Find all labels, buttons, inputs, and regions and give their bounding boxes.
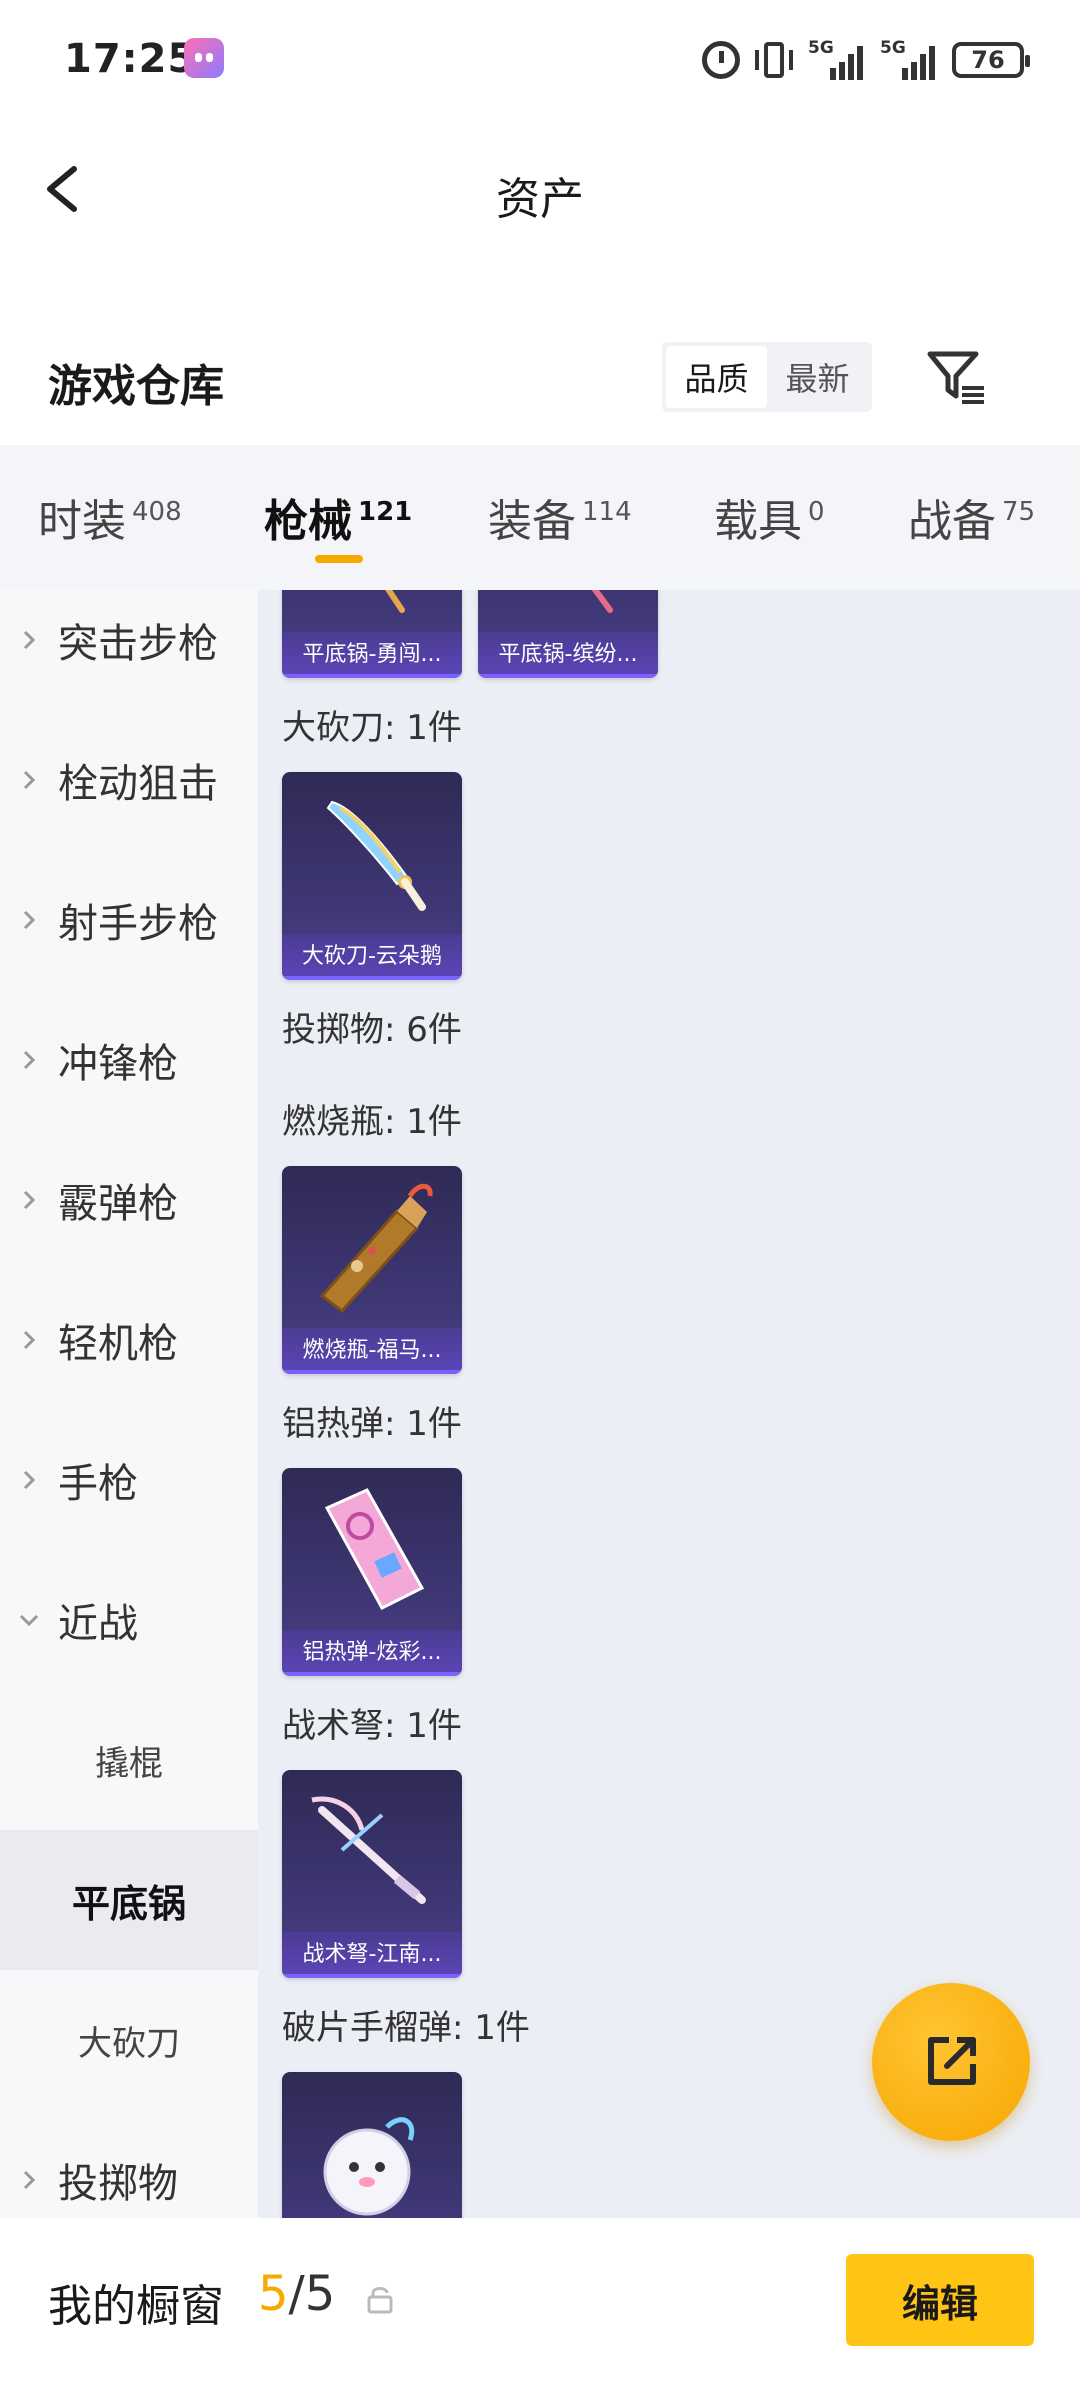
category-label: 铝热弹: 1件 <box>282 1404 462 1444</box>
tab-vehicles[interactable]: 载具 0 <box>714 485 825 549</box>
sort-toggle: 品质 最新 <box>662 342 872 412</box>
pan-art-icon <box>385 590 405 613</box>
alarm-icon <box>702 41 740 79</box>
share-button[interactable] <box>872 1983 1030 2141</box>
page-title: 资产 <box>496 174 584 225</box>
sort-newest-button[interactable]: 最新 <box>767 346 868 408</box>
sidebar-item-pistol[interactable]: 手枪 <box>0 1410 258 1550</box>
showcase-count: 5/5 <box>258 2266 336 2322</box>
category-label: 战术弩: 1件 <box>282 1706 462 1746</box>
tab-firearms[interactable]: 枪械 121 <box>264 485 412 549</box>
filter-button[interactable] <box>924 344 988 408</box>
grenade-art-icon <box>323 2117 415 2216</box>
chevron-right-icon <box>23 1050 36 1070</box>
warehouse-title: 游戏仓库 <box>48 361 224 412</box>
chevron-right-icon <box>23 630 36 650</box>
sidebar-item-smg[interactable]: 冲锋枪 <box>0 990 258 1130</box>
item-card[interactable]: 平底锅-缤纷... <box>478 590 658 678</box>
weapon-type-sidebar: 突击步枪 栓动狙击 射手步枪 冲锋枪 霰弹枪 轻机枪 手枪 近战 撬棍 平底锅 … <box>0 590 258 2218</box>
molotov-art-icon <box>319 1183 433 1314</box>
tab-fashion[interactable]: 时装 408 <box>38 485 182 549</box>
crossbow-art-icon <box>311 1796 426 1904</box>
sidebar-item-bolt-sniper[interactable]: 栓动狙击 <box>0 710 258 850</box>
nav-bar: 资产 <box>0 125 1080 255</box>
tab-equipment[interactable]: 装备 114 <box>488 485 632 549</box>
pan-art-icon <box>591 590 613 613</box>
active-tab-indicator <box>315 555 363 563</box>
status-icons: 5G 5G 76 <box>702 38 1030 82</box>
sidebar-sub-crowbar[interactable]: 撬棍 <box>0 1690 258 1830</box>
chevron-right-icon <box>23 1470 36 1490</box>
showcase-bar: 我的橱窗 5/5 编辑 <box>0 2218 1080 2382</box>
sidebar-sub-machete[interactable]: 大砍刀 <box>0 1970 258 2110</box>
sidebar-sub-pan[interactable]: 平底锅 <box>0 1830 258 1970</box>
thermite-art-icon <box>324 1488 425 1610</box>
tab-supplies[interactable]: 战备 75 <box>908 485 1035 549</box>
edit-button[interactable]: 编辑 <box>846 2254 1034 2346</box>
chevron-right-icon <box>23 910 36 930</box>
status-bar: 17:25 5G 5G 76 <box>0 0 1080 125</box>
chevron-right-icon <box>23 1330 36 1350</box>
category-label: 大砍刀: 1件 <box>282 708 462 748</box>
signal-icon: 5G <box>808 38 866 80</box>
sidebar-item-lmg[interactable]: 轻机枪 <box>0 1270 258 1410</box>
item-card[interactable]: 平底锅-勇闯... <box>282 590 462 678</box>
sidebar-item-throwables[interactable]: 投掷物 <box>0 2110 258 2218</box>
item-grid: 平底锅-勇闯... 平底锅-缤纷... 大砍刀: 1件 大砍刀-云朵鹅 投掷物:… <box>258 590 1080 2218</box>
warehouse-header: 游戏仓库 品质 最新 <box>0 300 1080 450</box>
item-card[interactable]: 大砍刀-云朵鹅 <box>282 772 462 980</box>
external-link-icon <box>928 2037 976 2085</box>
machete-art-icon <box>326 800 426 911</box>
chevron-right-icon <box>23 1190 36 1210</box>
item-card[interactable]: 燃烧瓶-福马... <box>282 1166 462 1374</box>
chevron-right-icon <box>23 2170 36 2190</box>
sidebar-item-melee[interactable]: 近战 <box>0 1550 258 1690</box>
signal-icon: 5G <box>880 38 938 80</box>
item-card[interactable]: 铝热弹-炫彩... <box>282 1468 462 1676</box>
filter-icon <box>927 351 984 404</box>
battery-icon: 76 <box>952 42 1030 78</box>
sort-quality-button[interactable]: 品质 <box>666 346 767 408</box>
lock-icon <box>367 2287 393 2314</box>
item-card[interactable] <box>282 2072 462 2218</box>
chevron-down-icon <box>19 1614 39 1627</box>
sidebar-item-assault-rifle[interactable]: 突击步枪 <box>0 590 258 710</box>
sidebar-item-marksman-rifle[interactable]: 射手步枪 <box>0 850 258 990</box>
sidebar-item-shotgun[interactable]: 霰弹枪 <box>0 1130 258 1270</box>
category-label: 破片手榴弹: 1件 <box>282 2008 530 2048</box>
item-card[interactable]: 战术弩-江南... <box>282 1770 462 1978</box>
showcase-title: 我的橱窗 <box>48 2281 224 2332</box>
category-label: 燃烧瓶: 1件 <box>282 1102 462 1142</box>
chevron-right-icon <box>23 770 36 790</box>
vibrate-icon <box>754 40 794 80</box>
status-time: 17:25 <box>64 36 197 82</box>
category-tabs: 时装 408 枪械 121 装备 114 载具 0 战备 75 <box>0 445 1080 590</box>
app-notification-icon <box>184 38 224 78</box>
category-label: 投掷物: 6件 <box>282 1010 462 1050</box>
